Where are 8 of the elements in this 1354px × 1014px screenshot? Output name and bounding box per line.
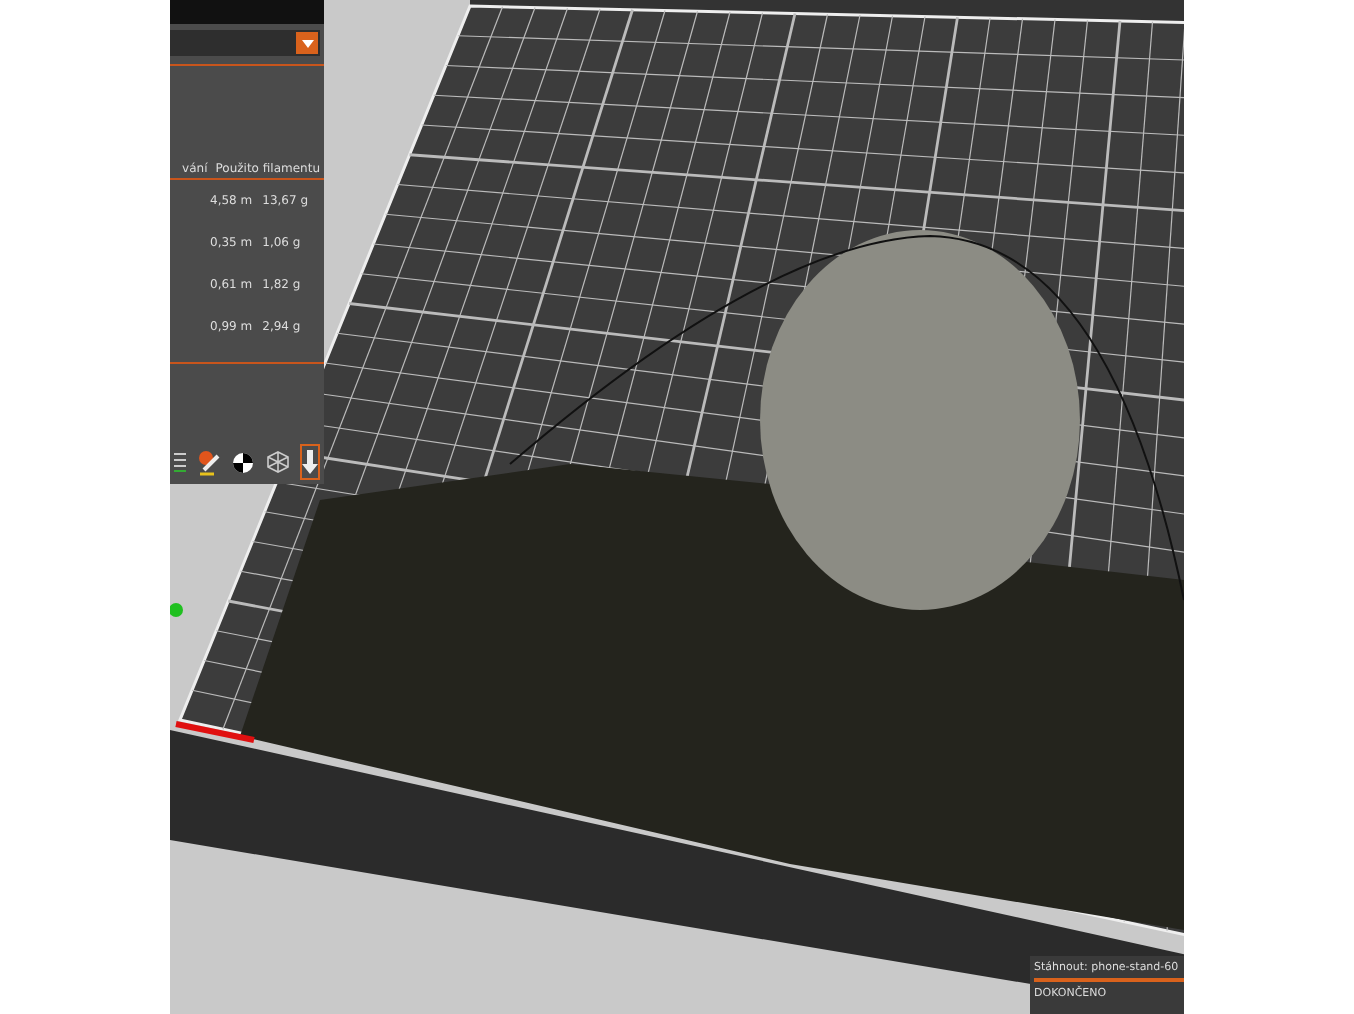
download-icon [302, 450, 318, 474]
axis-drawing [170, 603, 255, 743]
cube-icon [266, 450, 290, 474]
caret-icon [301, 39, 313, 47]
toolbar-button[interactable] [300, 444, 320, 480]
list-icon [173, 452, 185, 472]
preset-dropdown[interactable] [170, 30, 320, 56]
brush-icon [198, 449, 220, 475]
